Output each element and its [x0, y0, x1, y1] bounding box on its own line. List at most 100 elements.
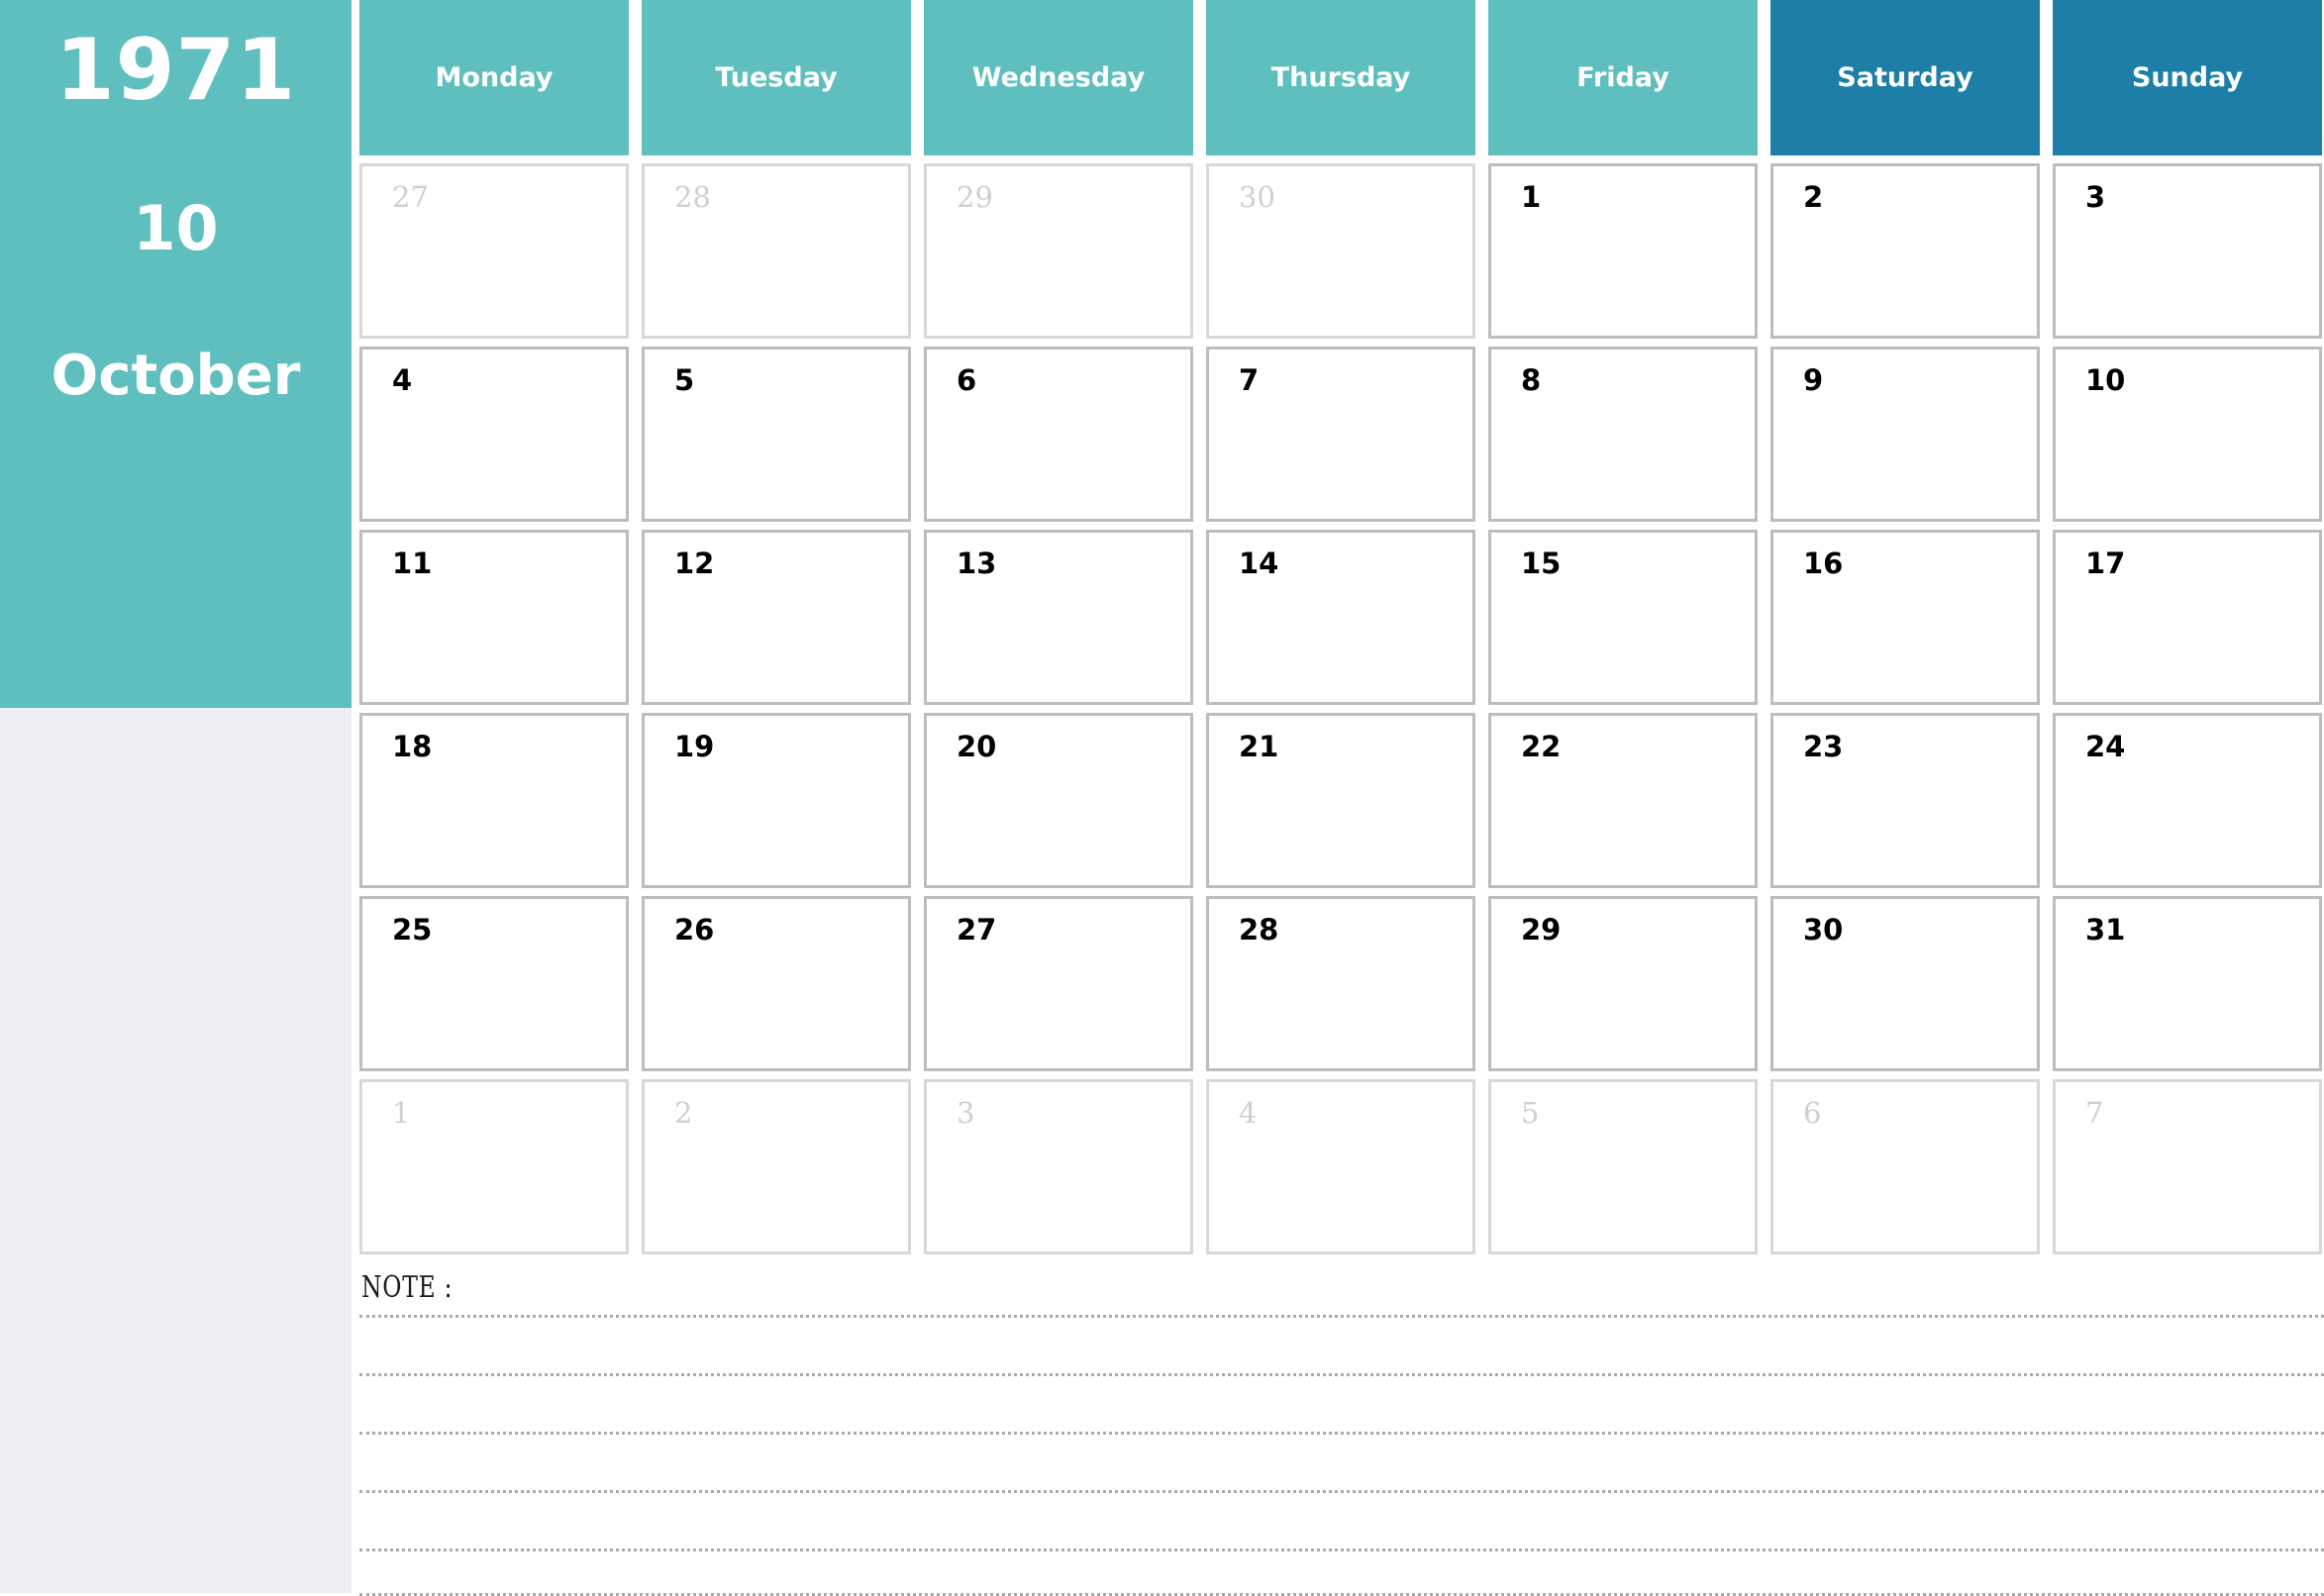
calendar-day-number: 30	[1239, 180, 1275, 214]
calendar-page: 1971 10 October Monday Tuesday Wednesday Th…	[0, 0, 2324, 1596]
calendar-day-number: 14	[1239, 547, 1279, 580]
note-write-line[interactable]	[359, 1373, 2324, 1376]
calendar-day-number: 22	[1521, 730, 1562, 763]
calendar-day-number: 26	[674, 913, 715, 947]
calendar-day-number: 1	[1521, 180, 1542, 214]
sidebar-month-number: 10	[133, 192, 219, 264]
calendar-day-number: 4	[392, 363, 413, 397]
calendar-day-cell[interactable]: 2	[1770, 163, 2040, 339]
calendar-day-number: 5	[674, 363, 695, 397]
calendar-day-number: 16	[1803, 547, 1844, 580]
calendar-day-cell[interactable]: 18	[359, 713, 629, 888]
calendar-day-cell[interactable]: 9	[1770, 347, 2040, 522]
calendar-day-cell[interactable]: 24	[2053, 713, 2322, 888]
sidebar-month-panel: 1971 10 October	[0, 0, 352, 708]
calendar-day-cell[interactable]: 14	[1206, 530, 1475, 705]
calendar-day-cell[interactable]: 6	[1770, 1079, 2040, 1254]
note-write-line[interactable]	[359, 1315, 2324, 1318]
calendar-day-cell[interactable]: 15	[1488, 530, 1758, 705]
calendar-day-cell[interactable]: 23	[1770, 713, 2040, 888]
calendar-day-cell[interactable]: 7	[1206, 347, 1475, 522]
weekday-header-label: Friday	[1576, 62, 1669, 93]
calendar-day-number: 7	[1239, 363, 1260, 397]
calendar-grid: Monday Tuesday Wednesday Thursday Friday Satu…	[359, 0, 2322, 1257]
calendar-week-row: 18 19 20 21 22 23 24	[359, 713, 2322, 888]
calendar-day-cell[interactable]: 27	[359, 163, 629, 339]
note-write-line[interactable]	[359, 1490, 2324, 1493]
calendar-day-cell[interactable]: 1	[359, 1079, 629, 1254]
note-section: NOTE :	[359, 1270, 2324, 1596]
calendar-week-row: 27 28 29 30 1 2 3	[359, 163, 2322, 339]
calendar-day-cell[interactable]: 12	[642, 530, 911, 705]
calendar-day-cell[interactable]: 17	[2053, 530, 2322, 705]
weekday-header-sunday: Sunday	[2053, 0, 2322, 155]
calendar-day-number: 27	[392, 180, 429, 214]
weekday-header-monday: Monday	[359, 0, 629, 155]
weekday-header-wednesday: Wednesday	[924, 0, 1193, 155]
calendar-day-number: 20	[957, 730, 997, 763]
calendar-day-number: 24	[2085, 730, 2126, 763]
weekday-header-label: Thursday	[1270, 62, 1411, 93]
weekday-header-label: Sunday	[2131, 62, 2244, 93]
calendar-day-number: 2	[674, 1096, 693, 1130]
calendar-day-cell[interactable]: 30	[1206, 163, 1475, 339]
weekday-header-friday: Friday	[1488, 0, 1758, 155]
calendar-day-cell[interactable]: 6	[924, 347, 1193, 522]
calendar-day-number: 25	[392, 913, 433, 947]
calendar-day-number: 23	[1803, 730, 1844, 763]
weekday-header-thursday: Thursday	[1206, 0, 1475, 155]
calendar-day-number: 11	[392, 547, 433, 580]
calendar-day-cell[interactable]: 19	[642, 713, 911, 888]
calendar-day-cell[interactable]: 5	[1488, 1079, 1758, 1254]
calendar-day-number: 28	[1239, 913, 1279, 947]
calendar-day-cell[interactable]: 13	[924, 530, 1193, 705]
calendar-day-cell[interactable]: 30	[1770, 896, 2040, 1071]
weekday-header-label: Monday	[435, 62, 554, 93]
calendar-day-cell[interactable]: 10	[2053, 347, 2322, 522]
calendar-day-cell[interactable]: 22	[1488, 713, 1758, 888]
calendar-day-number: 18	[392, 730, 433, 763]
calendar-day-number: 30	[1803, 913, 1844, 947]
calendar-day-cell[interactable]: 1	[1488, 163, 1758, 339]
calendar-week-row: 25 26 27 28 29 30 31	[359, 896, 2322, 1071]
calendar-day-number: 15	[1521, 547, 1562, 580]
calendar-day-cell[interactable]: 3	[924, 1079, 1193, 1254]
calendar-day-number: 6	[1803, 1096, 1822, 1130]
calendar-day-cell[interactable]: 28	[642, 163, 911, 339]
calendar-day-number: 21	[1239, 730, 1279, 763]
calendar-day-cell[interactable]: 26	[642, 896, 911, 1071]
weekday-header-label: Wednesday	[971, 62, 1146, 93]
calendar-day-cell[interactable]: 5	[642, 347, 911, 522]
calendar-day-number: 4	[1239, 1096, 1258, 1130]
calendar-day-number: 28	[674, 180, 711, 214]
calendar-day-cell[interactable]: 28	[1206, 896, 1475, 1071]
calendar-day-cell[interactable]: 3	[2053, 163, 2322, 339]
calendar-day-cell[interactable]: 2	[642, 1079, 911, 1254]
calendar-day-cell[interactable]: 21	[1206, 713, 1475, 888]
calendar-week-row: 4 5 6 7 8 9 10	[359, 347, 2322, 522]
calendar-day-cell[interactable]: 31	[2053, 896, 2322, 1071]
calendar-day-cell[interactable]: 20	[924, 713, 1193, 888]
calendar-day-number: 10	[2085, 363, 2126, 397]
calendar-day-cell[interactable]: 16	[1770, 530, 2040, 705]
calendar-day-cell[interactable]: 29	[924, 163, 1193, 339]
calendar-day-cell[interactable]: 25	[359, 896, 629, 1071]
calendar-day-cell[interactable]: 4	[359, 347, 629, 522]
calendar-day-number: 29	[1521, 913, 1562, 947]
calendar-day-number: 29	[957, 180, 993, 214]
sidebar-month-name: October	[51, 344, 301, 408]
calendar-day-cell[interactable]: 27	[924, 896, 1193, 1071]
calendar-day-number: 3	[957, 1096, 975, 1130]
calendar-day-cell[interactable]: 29	[1488, 896, 1758, 1071]
calendar-day-cell[interactable]: 8	[1488, 347, 1758, 522]
note-write-line[interactable]	[359, 1432, 2324, 1435]
note-label: NOTE :	[361, 1270, 454, 1305]
note-write-line[interactable]	[359, 1548, 2324, 1551]
calendar-day-number: 1	[392, 1096, 411, 1130]
calendar-day-cell[interactable]: 11	[359, 530, 629, 705]
calendar-day-number: 27	[957, 913, 997, 947]
calendar-day-number: 12	[674, 547, 715, 580]
weekday-header-row: Monday Tuesday Wednesday Thursday Friday Satu…	[359, 0, 2322, 155]
calendar-day-cell[interactable]: 4	[1206, 1079, 1475, 1254]
calendar-day-cell[interactable]: 7	[2053, 1079, 2322, 1254]
